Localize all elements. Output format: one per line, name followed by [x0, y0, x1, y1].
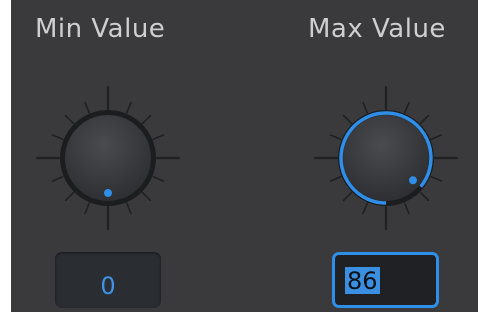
- min-knob-tick: [51, 134, 64, 141]
- max-knob-tick: [329, 175, 342, 182]
- min-knob-tick: [125, 202, 132, 215]
- max-knob-tick: [362, 202, 369, 215]
- max-knob-tick: [430, 134, 443, 141]
- max-value-field[interactable]: 86: [332, 252, 439, 308]
- min-knob-tick: [152, 175, 165, 182]
- min-knob-tick: [141, 114, 152, 125]
- min-knob-tick: [84, 202, 91, 215]
- min-value-knob[interactable]: [28, 86, 188, 236]
- max-knob-tick: [342, 114, 353, 125]
- max-knob-tick: [403, 202, 410, 215]
- min-knob-tick: [64, 114, 75, 125]
- max-knob-tick: [430, 175, 443, 182]
- min-knob-tick: [51, 175, 64, 182]
- max-value-label: Max Value: [308, 14, 446, 44]
- min-knob-body: [65, 115, 151, 201]
- max-knob-tick: [419, 191, 430, 202]
- max-knob-tick: [362, 101, 369, 114]
- max-value-knob[interactable]: [306, 86, 466, 236]
- min-knob-tick: [64, 191, 75, 202]
- min-value-label: Min Value: [35, 14, 166, 44]
- max-knob-tick: [342, 191, 353, 202]
- max-value-text: 86: [345, 267, 380, 295]
- min-value-text: 0: [100, 272, 116, 300]
- range-control-panel: Min Value Max Value 0 86: [11, 0, 478, 312]
- max-knob-tick: [403, 101, 410, 114]
- min-knob-tick: [152, 134, 165, 141]
- min-knob-indicator-dot: [104, 189, 112, 197]
- min-knob-tick: [125, 101, 132, 114]
- max-knob-tick: [329, 134, 342, 141]
- max-knob-body: [343, 115, 429, 201]
- min-knob-tick: [141, 191, 152, 202]
- max-knob-tick: [419, 114, 430, 125]
- min-value-field[interactable]: 0: [55, 252, 161, 308]
- max-knob-indicator-dot: [408, 176, 417, 185]
- min-knob-tick: [84, 101, 91, 114]
